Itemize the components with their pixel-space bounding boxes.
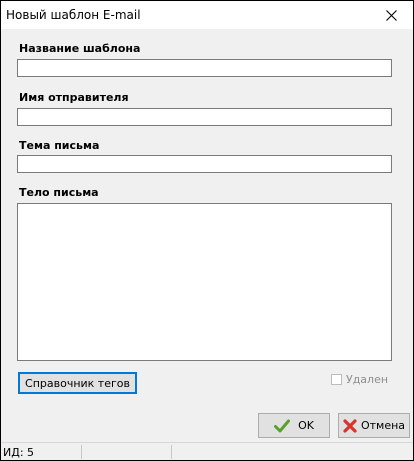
status-id: ИД: 5 <box>3 446 35 459</box>
deleted-checkbox[interactable] <box>331 374 342 385</box>
status-bar: ИД: 5 <box>1 442 413 460</box>
subject-input[interactable] <box>17 155 392 173</box>
template-name-input[interactable] <box>17 59 392 77</box>
sender-name-label: Имя отправителя <box>19 91 129 104</box>
dialog-window: Новый шаблон E-mail Название шаблона Имя… <box>1 1 413 460</box>
window-title: Новый шаблон E-mail <box>6 8 141 22</box>
ok-button-label: OK <box>298 419 314 432</box>
red-x-icon <box>343 418 357 433</box>
cancel-button-label: Отмена <box>360 419 406 432</box>
tags-reference-button[interactable]: Справочник тегов <box>18 372 137 394</box>
ok-button[interactable]: OK <box>258 413 330 438</box>
title-bar: Новый шаблон E-mail <box>1 1 413 29</box>
body-label: Тело письма <box>19 186 99 199</box>
status-divider <box>171 445 172 459</box>
checkmark-icon <box>274 419 291 433</box>
close-button[interactable] <box>369 1 413 29</box>
deleted-checkbox-label: Удален <box>346 373 389 386</box>
deleted-checkbox-group: Удален <box>331 373 388 386</box>
body-textarea[interactable] <box>17 203 392 361</box>
template-name-label: Название шаблона <box>19 42 141 55</box>
close-icon <box>385 9 397 21</box>
cancel-button[interactable]: Отмена <box>338 413 410 438</box>
status-divider <box>81 445 82 459</box>
sender-name-input[interactable] <box>17 108 392 126</box>
subject-label: Тема письма <box>19 139 100 152</box>
